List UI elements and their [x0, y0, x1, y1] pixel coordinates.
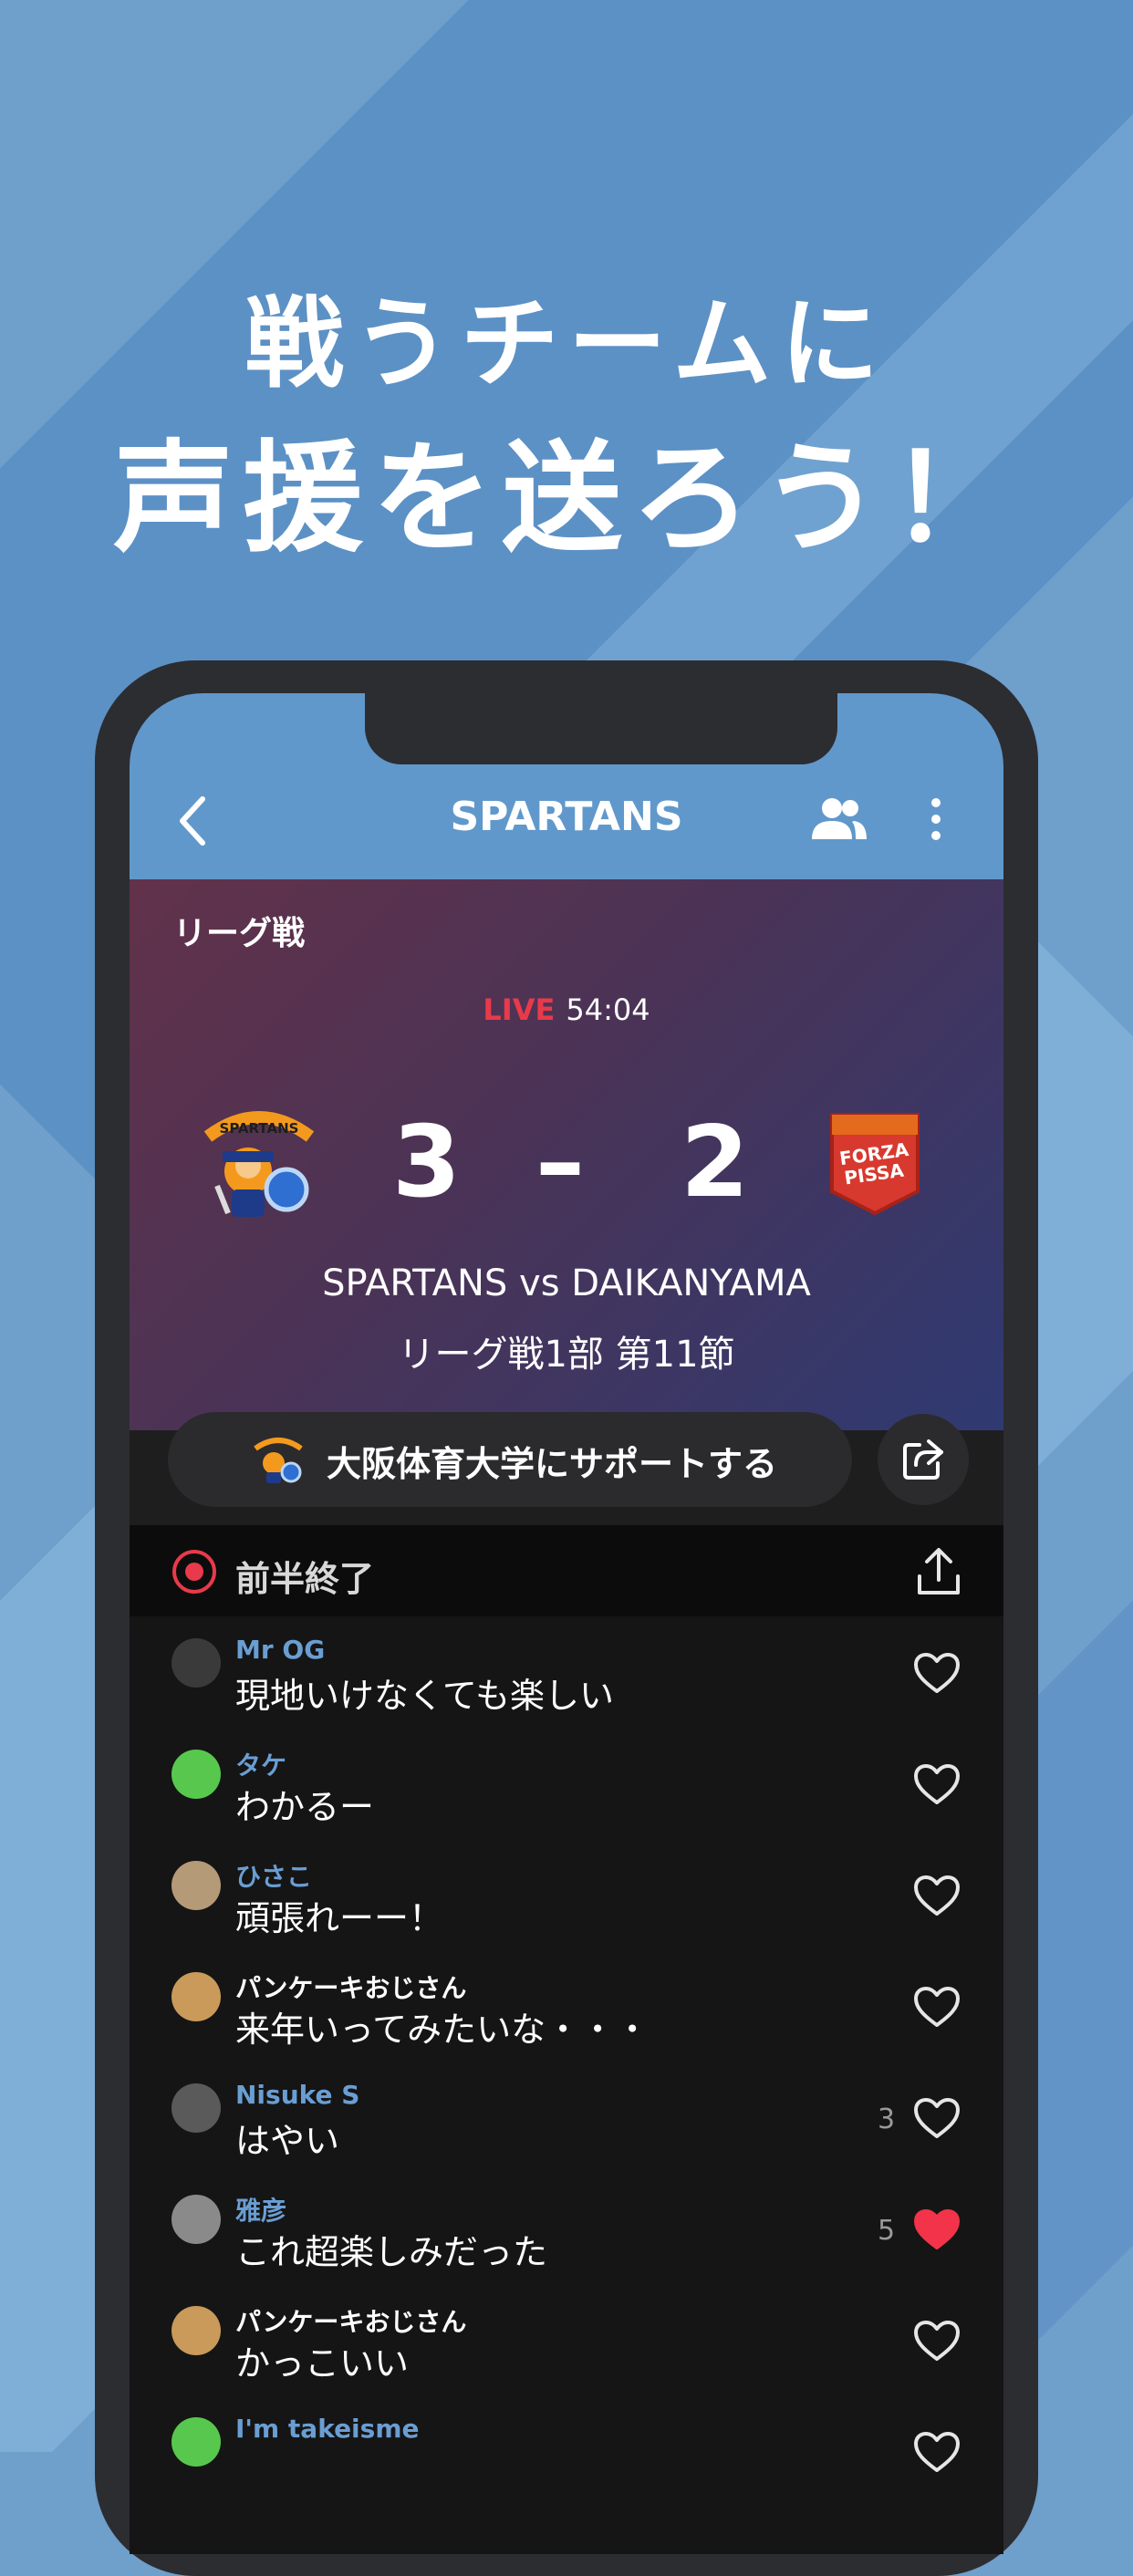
comment-author[interactable]: 雅彦	[235, 2191, 286, 2228]
comment-text: これ超楽しみだった	[235, 2232, 548, 2272]
like-button[interactable]	[912, 1985, 961, 2029]
user-avatar[interactable]	[172, 1750, 221, 1799]
like-button[interactable]	[912, 2430, 961, 2474]
share-button[interactable]	[878, 1414, 969, 1505]
home-team-crest[interactable]: SPARTANS	[195, 1098, 323, 1226]
comment-author[interactable]: タケ	[235, 1746, 286, 1782]
heart-icon	[914, 1875, 960, 1916]
heart-icon	[914, 1653, 960, 1693]
heart-icon	[914, 1764, 960, 1804]
comment-item: パンケーキおじさんかっこいい	[130, 2284, 1003, 2395]
heart-icon	[914, 2432, 960, 2472]
user-avatar[interactable]	[172, 2083, 221, 2133]
team-logo-icon	[254, 1438, 303, 1483]
promo-headline-2: 声援を送ろう！	[113, 429, 1020, 569]
user-avatar[interactable]	[172, 2417, 221, 2467]
heart-icon	[914, 2098, 960, 2138]
comment-author[interactable]: パンケーキおじさん	[235, 2302, 466, 2339]
comment-author[interactable]: ひさこ	[235, 1857, 312, 1894]
comment-text: 頑張れーー！	[235, 1898, 444, 1938]
upload-button[interactable]	[916, 1545, 961, 1596]
members-button[interactable]	[812, 795, 867, 843]
status-label: 前半終了	[235, 1559, 375, 1599]
comment-item: Mr OG 現地いけなくても楽しい	[130, 1616, 1003, 1728]
heart-icon	[914, 2209, 960, 2249]
away-score: 2	[681, 1106, 750, 1220]
away-team-crest[interactable]: FORZA PISSA	[826, 1107, 923, 1217]
matchup-label: SPARTANS vs DAIKANYAMA	[322, 1262, 811, 1304]
user-avatar[interactable]	[172, 2195, 221, 2244]
comment-item: 雅彦これ超楽しみだった 5	[130, 2173, 1003, 2284]
comment-text: 現地いけなくても楽しい	[235, 1676, 614, 1716]
comment-author[interactable]: I'm takeisme	[235, 2414, 419, 2444]
more-menu-button[interactable]	[927, 795, 945, 843]
spartans-logo-icon: SPARTANS	[203, 1111, 315, 1217]
like-button[interactable]	[912, 1874, 961, 1917]
match-clock: 54:04	[566, 992, 650, 1027]
user-avatar[interactable]	[172, 1638, 221, 1688]
comment-item: Nisuke S はやい 3	[130, 2062, 1003, 2173]
comment-text: 来年いってみたいな・・・	[235, 2010, 650, 2050]
comment-text: かっこいい	[235, 2343, 410, 2384]
user-avatar[interactable]	[172, 2306, 221, 2355]
like-button[interactable]	[912, 1762, 961, 1806]
like-count: 5	[878, 2215, 896, 2247]
live-badge: LIVE	[483, 992, 556, 1027]
comment-author[interactable]: パンケーキおじさん	[235, 1968, 466, 2005]
match-card: リーグ戦 LIVE 54:04 SPARTANS 3 – 2 FORZA PIS…	[130, 879, 1003, 1430]
support-button-label: 大阪体育大学にサポートする	[327, 1444, 778, 1484]
comment-item: パンケーキおじさん来年いってみたいな・・・	[130, 1950, 1003, 2062]
score-separator: –	[535, 1106, 585, 1220]
crest-lettering: SPARTANS	[220, 1120, 299, 1137]
user-avatar[interactable]	[172, 1972, 221, 2021]
more-vertical-icon	[931, 798, 941, 840]
comment-item: ひさこ頑張れーー！	[130, 1839, 1003, 1950]
upload-icon	[918, 1548, 960, 1594]
phone-frame: SPARTANS リーグ戦 LIVE 54:04 SPARTANS 3 – 2 …	[95, 660, 1038, 2576]
support-team-button[interactable]: 大阪体育大学にサポートする	[168, 1412, 852, 1507]
people-icon	[812, 798, 867, 839]
comment-text: はやい	[235, 2121, 340, 2161]
support-bar: 大阪体育大学にサポートする	[130, 1412, 1003, 1525]
match-status-bar: 前半終了	[130, 1525, 1003, 1616]
live-status: LIVE 54:04	[130, 992, 1003, 1027]
like-button[interactable]	[912, 1651, 961, 1695]
page-title: SPARTANS	[450, 794, 683, 840]
heart-icon	[914, 2321, 960, 2361]
like-button[interactable]	[912, 2096, 961, 2140]
comment-author[interactable]: Mr OG	[235, 1635, 325, 1665]
like-button[interactable]	[912, 2207, 961, 2251]
comment-item: I'm takeisme	[130, 2395, 1003, 2507]
promo-headline-1: 戦うチームに	[244, 287, 889, 401]
app-screen: SPARTANS リーグ戦 LIVE 54:04 SPARTANS 3 – 2 …	[130, 693, 1003, 2554]
forza-pissa-logo-icon: FORZA PISSA	[830, 1113, 920, 1216]
record-icon	[172, 1550, 216, 1594]
comment-author[interactable]: Nisuke S	[235, 2080, 359, 2110]
phone-notch	[365, 693, 837, 764]
home-score: 3	[392, 1106, 462, 1220]
like-count: 3	[878, 2103, 896, 2135]
user-avatar[interactable]	[172, 1861, 221, 1910]
league-label: リーグ戦	[173, 915, 306, 952]
comment-list: Mr OG 現地いけなくても楽しい タケ わかるー ひさこ 頑張れーー！ パンケーキおじさん…	[130, 1616, 1003, 2507]
round-label: リーグ戦1部 第11節	[398, 1334, 735, 1376]
heart-icon	[914, 1987, 960, 2027]
share-icon	[903, 1439, 943, 1480]
comment-item: タケ わかるー	[130, 1728, 1003, 1839]
like-button[interactable]	[912, 2319, 961, 2363]
comment-text: わかるー	[235, 1787, 375, 1827]
